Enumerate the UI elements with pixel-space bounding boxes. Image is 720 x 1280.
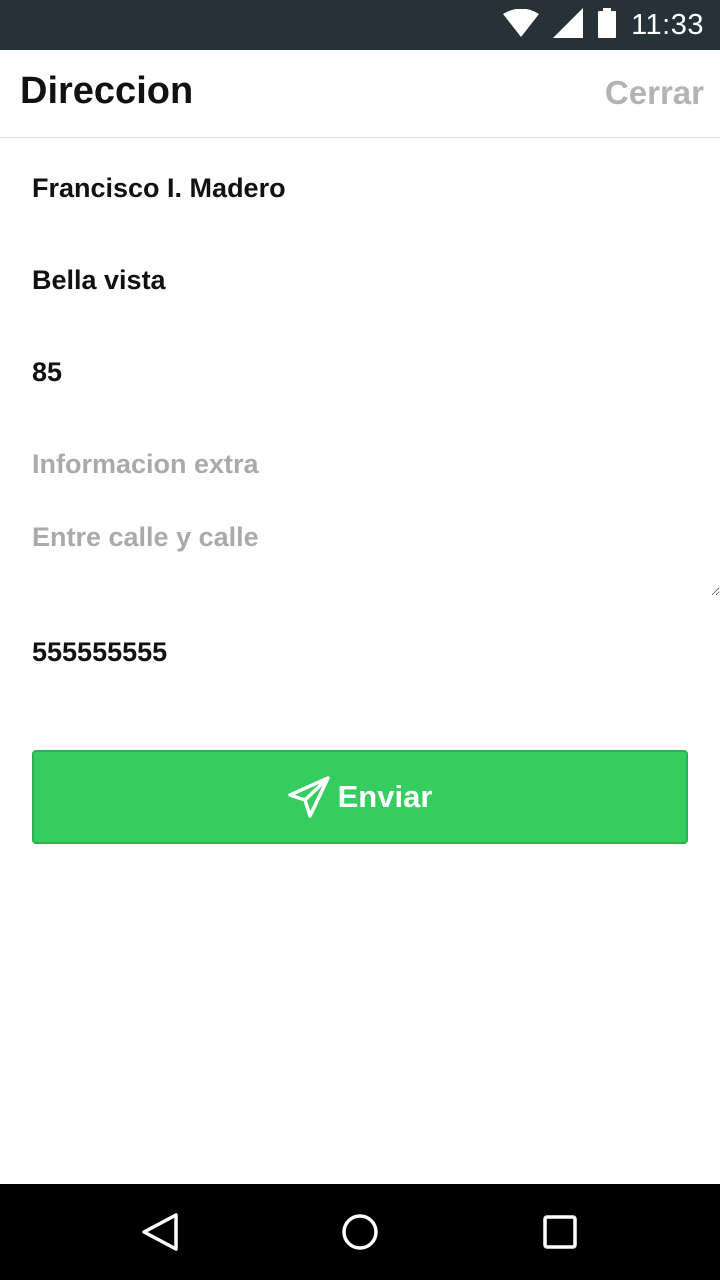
between-streets-textarea[interactable] [32, 522, 720, 596]
navigation-bar [0, 1184, 720, 1280]
cell-signal-icon [553, 7, 584, 43]
home-icon[interactable] [340, 1212, 380, 1252]
page-title: Direccion [20, 70, 194, 112]
street-input[interactable] [32, 164, 688, 212]
wifi-icon [503, 8, 540, 42]
status-bar: 11:33 [0, 0, 720, 50]
close-button[interactable]: Cerrar [605, 74, 704, 112]
house-number-input[interactable] [32, 348, 688, 396]
send-button-label: Enviar [337, 779, 433, 814]
paper-plane-icon [287, 776, 330, 818]
status-time: 11:33 [631, 8, 704, 41]
back-icon[interactable] [140, 1212, 180, 1252]
recent-apps-icon[interactable] [540, 1212, 580, 1252]
battery-icon [597, 7, 617, 43]
phone-input[interactable] [32, 628, 688, 676]
extra-info-input[interactable] [32, 440, 688, 488]
app-header: Direccion Cerrar [0, 50, 720, 138]
colony-input[interactable] [32, 256, 688, 304]
send-button[interactable]: Enviar [32, 750, 688, 844]
